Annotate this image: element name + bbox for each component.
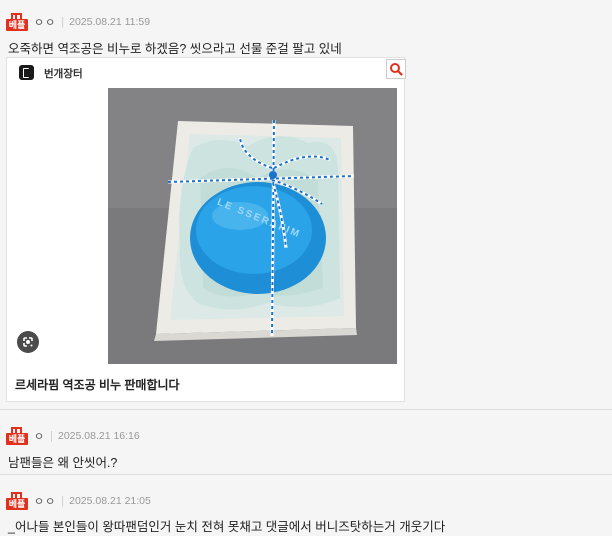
comment-text: 남팬들은 왜 안씻어.? xyxy=(8,456,118,470)
google-lens-button[interactable] xyxy=(17,331,39,353)
comment-text: 오죽하면 역조공은 비누로 하겠음? 씻으라고 선물 준걸 팔고 있네 xyxy=(8,42,342,56)
bunjang-app-icon xyxy=(19,65,34,80)
meta-separator: | xyxy=(61,16,65,28)
badge-label: 베플 xyxy=(6,433,28,445)
card-site-name: 번개장터 xyxy=(44,68,83,80)
link-preview-card[interactable]: 번개장터 LE SSERAFIM 르세라핌 역조공 비누 판매합니다 xyxy=(6,57,406,402)
meta-separator: | xyxy=(61,495,65,507)
comment-author[interactable]: ㅇㅇ xyxy=(34,14,56,30)
comment-2-meta: 베플 ㅇ | 2025.08.21 16:16 xyxy=(6,425,140,447)
badge-label: 베플 xyxy=(6,498,28,510)
meta-separator: | xyxy=(50,430,53,442)
google-lens-icon xyxy=(23,337,33,347)
soap-gift-box-photo: LE SSERAFIM xyxy=(108,88,397,364)
card-title[interactable]: 르세라핌 역조공 비누 판매합니다 xyxy=(15,376,180,393)
comment-date: 2025.08.21 11:59 xyxy=(69,16,151,28)
best-comment-badge-icon: 베플 xyxy=(6,492,28,510)
comment-author[interactable]: ㅇ xyxy=(34,428,45,444)
comment-text: _어나들 본인들이 왕따팬덤인거 눈치 전혀 못채고 댓글에서 버니즈탓하는거 … xyxy=(8,520,446,534)
card-header: 번개장터 xyxy=(7,58,406,88)
comment-3-meta: 베플 ㅇㅇ | 2025.08.21 21:05 xyxy=(6,490,151,512)
search-icon xyxy=(390,63,403,76)
comment-divider xyxy=(0,474,612,475)
comment-author[interactable]: ㅇㅇ xyxy=(34,493,56,509)
best-comment-badge-icon: 베플 xyxy=(6,427,28,445)
search-button[interactable] xyxy=(386,59,406,79)
badge-label: 베플 xyxy=(6,19,28,31)
comment-date: 2025.08.21 16:16 xyxy=(57,430,140,442)
product-image[interactable]: LE SSERAFIM xyxy=(108,88,397,364)
comment-1-meta: 베플 ㅇㅇ | 2025.08.21 11:59 xyxy=(6,11,150,33)
comment-date: 2025.08.21 21:05 xyxy=(69,495,151,507)
comment-divider xyxy=(0,409,612,410)
best-comment-badge-icon: 베플 xyxy=(6,13,28,31)
